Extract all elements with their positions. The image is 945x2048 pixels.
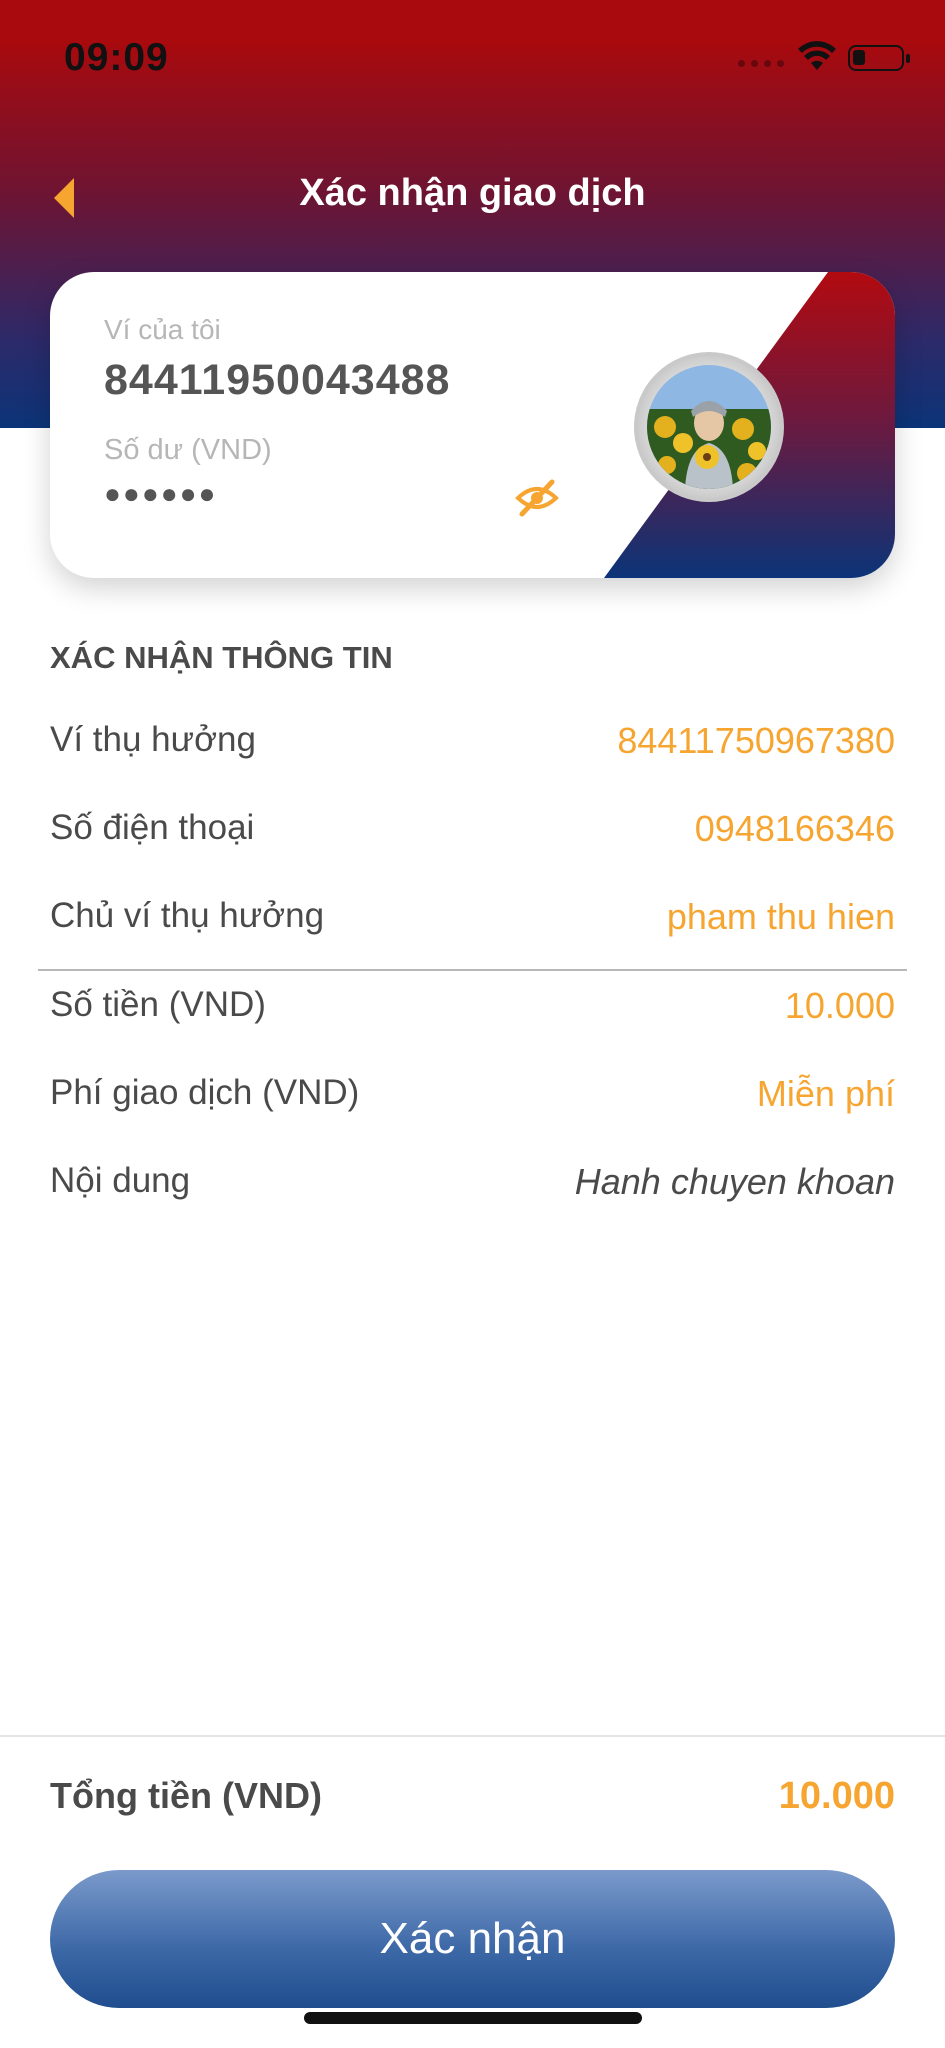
confirm-button-label: Xác nhận: [379, 1914, 566, 1963]
home-indicator: [304, 2012, 642, 2024]
wallet-number: 84411950043488: [104, 356, 451, 404]
row-value: 10.000: [784, 985, 895, 1026]
row-label: Số điện thoại: [50, 808, 255, 847]
page-title: Xác nhận giao dịch: [299, 172, 646, 214]
signal-icon: [738, 60, 784, 67]
total-value: 10.000: [778, 1775, 895, 1817]
status-time: 09:09: [64, 36, 169, 79]
row-amount: Số tiền (VND) 10.000: [50, 985, 895, 1045]
row-value: pham thu hien: [666, 896, 895, 937]
row-phone-number: Số điện thoại 0948166346: [50, 808, 895, 868]
row-fee: Phí giao dịch (VND) Miễn phí: [50, 1073, 895, 1133]
footer-divider: [0, 1735, 945, 1737]
divider: [38, 969, 907, 971]
row-label: Số tiền (VND): [50, 985, 266, 1024]
eye-slash-icon[interactable]: [514, 476, 560, 518]
row-label: Chủ ví thụ hưởng: [50, 896, 325, 935]
row-content: Nội dung Hanh chuyen khoan: [50, 1161, 895, 1221]
row-label: Ví thụ hưởng: [50, 720, 256, 759]
wifi-icon: [798, 41, 836, 70]
balance-label: Số dư (VND): [104, 434, 272, 466]
row-label: Nội dung: [50, 1161, 191, 1200]
avatar-photo: [647, 365, 771, 489]
row-value: 84411750967380: [617, 720, 895, 761]
total-label: Tổng tiền (VND): [50, 1775, 322, 1816]
status-bar: 09:09: [0, 0, 945, 120]
row-beneficiary-wallet: Ví thụ hưởng 84411750967380: [50, 720, 895, 780]
balance-hidden-value: ●●●●●●: [104, 478, 218, 509]
wallet-label: Ví của tôi: [104, 314, 221, 345]
row-label: Phí giao dịch (VND): [50, 1073, 360, 1112]
row-beneficiary-owner: Chủ ví thụ hưởng pham thu hien: [50, 896, 895, 956]
row-value: Hanh chuyen khoan: [574, 1161, 895, 1202]
avatar[interactable]: [634, 352, 784, 502]
row-value: 0948166346: [694, 808, 895, 849]
row-value: Miễn phí: [756, 1073, 895, 1114]
section-title: XÁC NHẬN THÔNG TIN: [50, 640, 393, 675]
confirm-button[interactable]: Xác nhận: [50, 1870, 895, 2008]
wallet-card: Ví của tôi 84411950043488 Số dư (VND) ●●…: [50, 272, 895, 578]
battery-icon: [848, 45, 910, 71]
